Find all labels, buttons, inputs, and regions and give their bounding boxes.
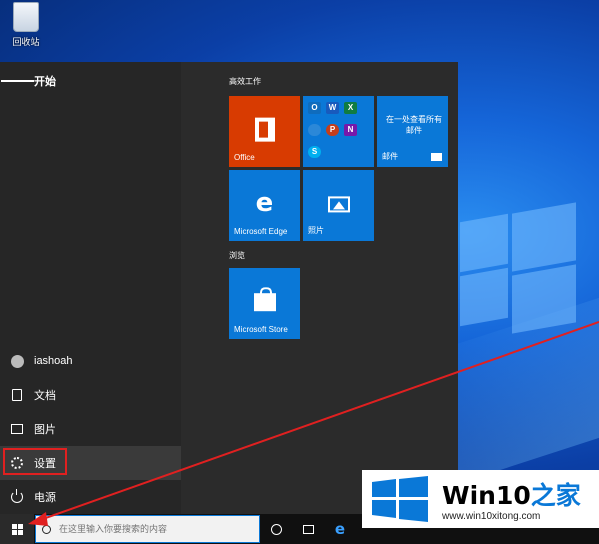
tile-store[interactable]: Microsoft Store [229, 268, 300, 339]
office-icon [254, 117, 275, 142]
watermark-logo: Win10之家 www.win10xitong.com [362, 470, 599, 528]
photos-icon [327, 195, 350, 212]
start-menu-expand-button[interactable]: 开始 [0, 64, 181, 98]
taskbar-edge-button[interactable]: e [324, 514, 356, 544]
start-menu-left-rail: 开始 iashoah 文档 图片 设置 电源 [0, 62, 181, 514]
powerpoint-icon: P [326, 124, 339, 136]
onenote-icon: N [344, 124, 357, 136]
store-icon [253, 286, 276, 311]
start-menu: 开始 iashoah 文档 图片 设置 电源 高效工作 Office O W X… [0, 62, 458, 514]
tile-edge-label: Microsoft Edge [234, 227, 288, 236]
cortana-icon [270, 523, 282, 535]
start-button[interactable] [0, 514, 34, 544]
mail-icon [431, 153, 442, 161]
recycle-bin-icon [13, 2, 39, 32]
watermark-title-prefix: Win10 [442, 481, 531, 510]
start-menu-title: 开始 [34, 76, 56, 88]
search-input[interactable] [59, 524, 249, 534]
tile-mail-promo: 在一处查看所有邮件 [386, 115, 442, 135]
rail-power-label: 电源 [34, 492, 56, 504]
cortana-button[interactable] [260, 514, 292, 544]
edge-icon: e [334, 520, 346, 538]
settings-highlight-box [3, 448, 67, 475]
rail-pictures-label: 图片 [34, 424, 56, 436]
excel-icon: X [344, 102, 357, 114]
skype-icon: S [308, 146, 321, 158]
rail-item-pictures[interactable]: 图片 [0, 412, 181, 446]
wallpaper-logo-pane [460, 213, 508, 273]
wallpaper-logo-pane [460, 267, 508, 327]
document-icon [12, 389, 22, 401]
wallpaper-logo-pane [512, 264, 576, 334]
edge-icon: e [255, 187, 274, 218]
outlook-icon: O [308, 102, 321, 114]
task-view-button[interactable] [292, 514, 324, 544]
task-view-icon [302, 524, 314, 534]
tile-mail-label: 邮件 [382, 152, 398, 161]
tile-photos-label: 照片 [308, 226, 324, 235]
hamburger-icon [0, 78, 34, 84]
tile-edge[interactable]: e Microsoft Edge [229, 170, 300, 241]
group-label-browse: 浏览 [229, 251, 245, 260]
tile-office[interactable]: Office [229, 96, 300, 167]
tile-mail[interactable]: 在一处查看所有邮件 邮件 [377, 96, 448, 167]
taskbar-search-box[interactable] [35, 515, 260, 543]
picture-icon [11, 424, 23, 434]
watermark-title-suffix: 之家 [530, 481, 581, 510]
rail-documents-label: 文档 [34, 390, 56, 402]
recycle-bin-desktop-icon[interactable]: 回收站 [6, 2, 46, 48]
avatar [10, 354, 24, 368]
rail-item-power[interactable]: 电源 [0, 480, 181, 514]
watermark-title: Win10之家 [442, 476, 581, 512]
watermark-url: www.win10xitong.com [442, 511, 541, 522]
power-icon [11, 489, 23, 503]
tile-store-label: Microsoft Store [234, 325, 288, 334]
windows-logo-icon [11, 523, 23, 535]
tile-office-label: Office [234, 153, 255, 162]
group-label-productivity: 高效工作 [229, 77, 261, 86]
recycle-bin-label: 回收站 [12, 37, 40, 47]
rail-item-documents[interactable]: 文档 [0, 378, 181, 412]
watermark-windows-icon [372, 476, 428, 522]
onedrive-icon [308, 124, 321, 136]
word-icon: W [326, 102, 339, 114]
tile-photos[interactable]: 照片 [303, 170, 374, 241]
rail-user-label: iashoah [34, 355, 73, 367]
search-icon [42, 524, 51, 534]
wallpaper-logo-pane [512, 202, 576, 272]
rail-item-user[interactable]: iashoah [0, 344, 181, 378]
tile-office-apps-folder[interactable]: O W X P N S [303, 96, 374, 167]
